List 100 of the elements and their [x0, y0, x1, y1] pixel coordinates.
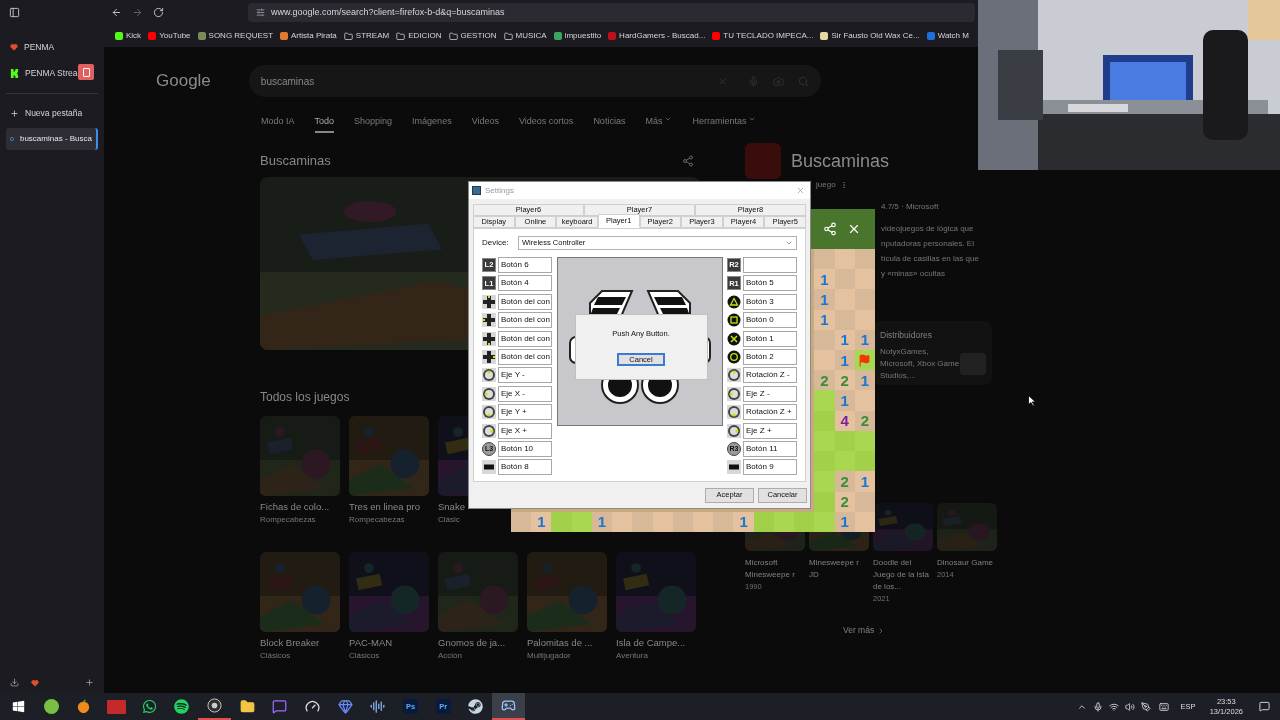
search-tab[interactable]: Videos cortos	[519, 115, 574, 133]
mine-cell[interactable]	[612, 511, 633, 532]
sidebar-toggle-icon[interactable]	[9, 7, 20, 18]
binding-field[interactable]: Botón 5	[743, 275, 797, 292]
mine-cell[interactable]	[551, 511, 572, 532]
share-icon[interactable]	[682, 154, 694, 167]
binding-field[interactable]: Botón del con	[498, 330, 552, 347]
search-tab[interactable]: Herramientas	[692, 115, 757, 133]
browser-tab[interactable]: buscaminas - Busca	[6, 128, 98, 150]
mine-cell[interactable]	[632, 511, 653, 532]
volume-icon[interactable]	[1124, 701, 1135, 712]
bookmark[interactable]: Artista Pirata	[280, 30, 337, 42]
binding-field[interactable]: Rotación Z +	[743, 404, 797, 421]
mine-cell[interactable]	[854, 269, 875, 290]
binding-field[interactable]: Botón 0	[743, 312, 797, 329]
mine-cell[interactable]	[854, 289, 875, 310]
download-icon[interactable]	[10, 678, 19, 687]
search-icon[interactable]	[797, 75, 809, 87]
binding-field[interactable]: Rotación Z -	[743, 367, 797, 384]
mine-cell[interactable]	[713, 511, 734, 532]
mine-cell[interactable]	[814, 451, 835, 472]
mine-cell[interactable]	[672, 511, 693, 532]
clear-icon[interactable]	[716, 75, 728, 87]
bookmark[interactable]: impuestito	[553, 30, 602, 42]
search-tab[interactable]: Noticias	[593, 115, 626, 133]
search-tab[interactable]: Todo	[314, 115, 335, 133]
search-tab[interactable]: Shopping	[354, 115, 393, 133]
plus-icon[interactable]	[85, 678, 94, 687]
mine-cell[interactable]	[652, 511, 673, 532]
binding-field[interactable]: Botón 10	[498, 440, 552, 457]
bookmark[interactable]: Sir Fausto Old Wax Ce...	[820, 30, 920, 42]
mine-cell[interactable]	[814, 410, 835, 431]
new-tab-button[interactable]: Nueva pestaña	[6, 102, 98, 124]
mine-cell[interactable]	[814, 491, 835, 512]
search-tab[interactable]: Modo IA	[261, 115, 295, 133]
binding-field[interactable]: Eje Y +	[498, 404, 552, 421]
notification-icon[interactable]	[1259, 701, 1270, 712]
binding-field[interactable]: Botón 4	[498, 275, 552, 292]
binding-field[interactable]: Botón del con	[498, 312, 552, 329]
bookmark[interactable]: HardGamers - Buscad...	[608, 30, 706, 42]
binding-field[interactable]: Eje X -	[498, 385, 552, 402]
mine-cell[interactable]	[693, 511, 714, 532]
mine-cell[interactable]	[773, 511, 795, 532]
bookmark[interactable]: Kick	[115, 30, 142, 42]
search-tab[interactable]: Más	[645, 115, 673, 133]
address-bar[interactable]: www.google.com/search?client=firefox-b-d&q=buscaminas	[248, 3, 975, 22]
back-icon[interactable]	[111, 7, 122, 18]
binding-field[interactable]: Botón 6	[498, 257, 552, 273]
distributors-card[interactable]: Distribuidores NotyxGames, Microsoft, Xbox Game Studios,...	[872, 321, 992, 385]
mic-icon[interactable]	[1092, 701, 1103, 712]
camera-icon[interactable]	[772, 75, 784, 87]
mine-cell[interactable]	[814, 430, 835, 452]
binding-field[interactable]: Eje Y -	[498, 367, 552, 384]
binding-field[interactable]: Botón 2	[743, 348, 797, 365]
heart-icon[interactable]	[31, 678, 39, 687]
binding-field[interactable]: Eje X +	[498, 422, 552, 439]
bookmark[interactable]: Watch M	[926, 30, 969, 42]
mine-cell[interactable]	[814, 471, 835, 492]
site-info-icon[interactable]	[256, 8, 265, 17]
mine-cell[interactable]	[834, 451, 855, 472]
share-icon[interactable]	[823, 222, 837, 236]
search-tab[interactable]: Imágenes	[412, 115, 452, 133]
pinned-tab[interactable]: PENMA	[6, 35, 98, 59]
mine-cell[interactable]	[794, 511, 815, 532]
bookmark[interactable]: TU TECLADO IMPECA...	[712, 30, 814, 42]
search-field[interactable]: buscaminas	[248, 65, 821, 97]
mine-cell[interactable]	[571, 511, 592, 532]
bookmark[interactable]: YouTube	[148, 30, 191, 42]
binding-field[interactable]: Botón 1	[743, 330, 797, 347]
binding-field[interactable]: Botón del con	[498, 293, 552, 310]
mine-cell[interactable]	[834, 249, 855, 270]
mine-cell[interactable]	[511, 511, 532, 532]
mine-cell[interactable]	[814, 249, 835, 270]
mine-cell[interactable]	[814, 511, 835, 532]
reload-icon[interactable]	[153, 7, 164, 18]
network-icon[interactable]	[1108, 701, 1119, 712]
mine-cell[interactable]	[753, 511, 774, 532]
bookmark[interactable]: GESTION	[448, 30, 497, 42]
forward-icon[interactable]	[132, 7, 143, 18]
search-tab[interactable]: Videos	[471, 115, 499, 133]
binding-field[interactable]: Botón 11	[743, 440, 797, 457]
more-link[interactable]: Ver más	[843, 624, 1001, 637]
binding-field[interactable]: Botón 9	[743, 459, 797, 476]
binding-field[interactable]: Botón del con	[498, 348, 552, 365]
binding-field[interactable]	[743, 257, 797, 273]
bookmark[interactable]: EDICION	[396, 30, 442, 42]
mine-cell[interactable]	[814, 350, 835, 371]
mine-cell[interactable]	[854, 451, 875, 472]
binding-field[interactable]: Eje Z +	[743, 422, 797, 439]
mine-cell[interactable]	[854, 390, 875, 411]
bookmark[interactable]: SONG REQUEST	[197, 30, 273, 42]
close-icon[interactable]	[847, 222, 861, 236]
mine-cell[interactable]	[854, 249, 875, 270]
pen-icon[interactable]	[1140, 701, 1151, 712]
pinned-tab[interactable]: PENMA Strea	[6, 61, 98, 85]
keyboard-icon[interactable]	[1156, 701, 1171, 712]
bookmark[interactable]: MUSICA	[503, 30, 547, 42]
binding-field[interactable]: Eje Z -	[743, 385, 797, 402]
mine-cell[interactable]	[814, 329, 835, 351]
mine-cell[interactable]	[814, 390, 835, 411]
